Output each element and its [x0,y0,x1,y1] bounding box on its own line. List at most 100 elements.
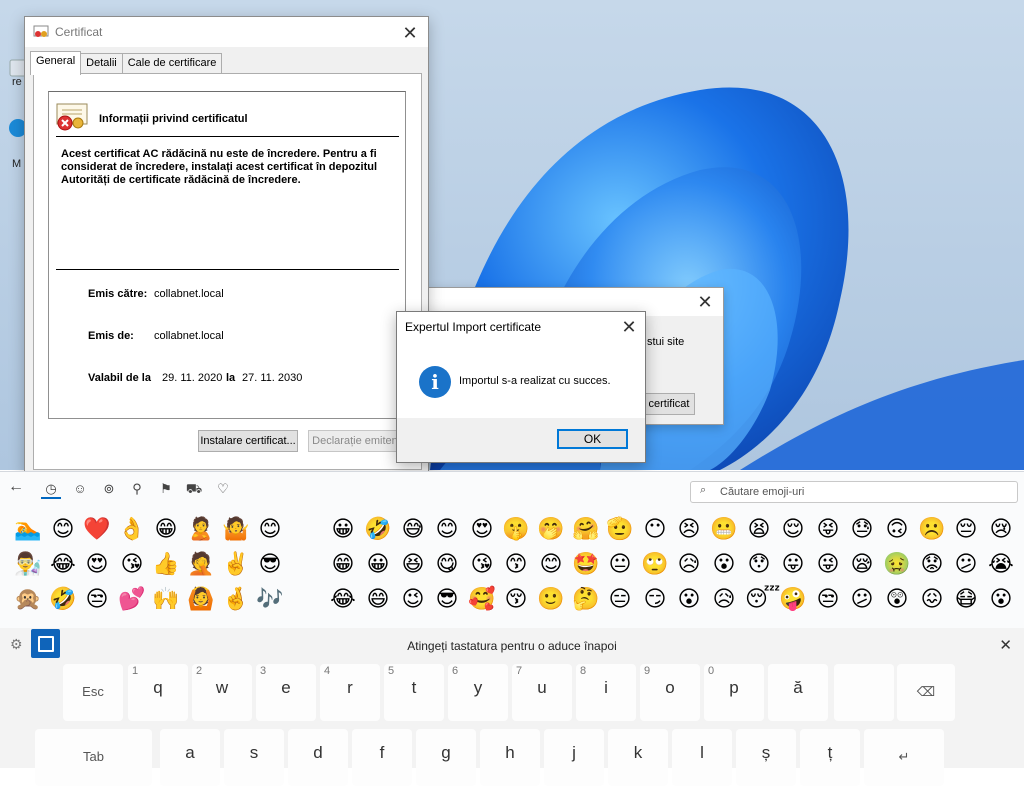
emoji-item[interactable]: 😯 [745,551,773,579]
emoji-item[interactable]: 😮 [987,586,1015,614]
back-arrow-icon[interactable]: ← [6,478,26,496]
tab-general[interactable]: General [30,51,82,75]
emoji-item[interactable]: 😊 [537,551,565,579]
emoji-item[interactable]: 🤣 [49,586,77,614]
key[interactable]: s [224,729,284,786]
key[interactable]: 1q [128,664,188,721]
key[interactable]: Tab [35,729,152,786]
close-icon[interactable]: ✕ [621,317,637,338]
key[interactable] [834,664,894,721]
emoji-item[interactable]: 😲 [883,586,911,614]
key[interactable]: ș [736,729,796,786]
emoji-item[interactable]: 😍 [468,516,496,544]
key[interactable]: ț [800,729,860,786]
emoji-item[interactable]: 👌 [118,516,146,544]
emoji-item[interactable]: 😝 [814,516,842,544]
emoji-item[interactable]: 🙌 [152,586,180,614]
emoji-item[interactable]: 😕 [952,551,980,579]
emoji-item[interactable]: 🤫 [502,516,530,544]
food-icon[interactable]: ⚑ [156,481,176,497]
emoji-item[interactable]: 😂 [49,551,77,579]
emoji-item[interactable]: 😬 [710,516,738,544]
emoji-item[interactable]: 😔 [952,516,980,544]
key[interactable]: h [480,729,540,786]
travel-icon[interactable]: ⛟ [184,481,204,499]
key[interactable]: 5t [384,664,444,721]
emoji-item[interactable]: 🏊 [14,516,42,544]
tab-certification-path[interactable]: Cale de certificare [121,53,223,74]
key[interactable]: 6y [448,664,508,721]
emoji-item[interactable]: 😭 [987,551,1015,579]
emoji-item[interactable]: 😎 [433,586,461,614]
emoji-item[interactable]: 😮 [710,551,738,579]
emoji-item[interactable]: 😫 [745,516,773,544]
emoji-item[interactable]: 😥 [675,551,703,579]
emoji-item[interactable]: 🙎 [187,516,215,544]
emoji-item[interactable]: 😮 [675,586,703,614]
emoji-item[interactable]: 👨‍🔬 [14,551,42,579]
emoji-item[interactable]: 😊 [256,516,284,544]
emoji-item[interactable]: 😚 [502,586,530,614]
celebration-icon[interactable]: ⚲ [127,481,147,497]
emoji-item[interactable]: 😘 [118,551,146,579]
emoji-item[interactable]: 😍 [83,551,111,579]
close-icon[interactable]: ✕ [697,292,713,313]
key[interactable]: 7u [512,664,572,721]
emoji-item[interactable]: 😓 [848,516,876,544]
emoji-item[interactable]: 🙃 [883,516,911,544]
emoji-item[interactable]: 🙆 [187,586,215,614]
emoji-search-input[interactable]: ⌕ Căutare emoji-uri [690,481,1018,503]
key[interactable]: d [288,729,348,786]
emoji-item[interactable]: 😐 [606,551,634,579]
key[interactable]: k [608,729,668,786]
emoji-item[interactable]: 🙂 [537,586,565,614]
key[interactable]: 9o [640,664,700,721]
emoji-item[interactable]: 🙄 [641,551,669,579]
emoji-item[interactable]: 🙊 [14,586,42,614]
tab-details[interactable]: Detalii [80,53,123,74]
emoji-item[interactable]: 😣 [675,516,703,544]
key[interactable]: l [672,729,732,786]
emoji-item[interactable]: 😅 [399,516,427,544]
emoji-item[interactable]: 😆 [399,551,427,579]
key[interactable]: 0p [704,664,764,721]
emoji-item[interactable]: 😑 [606,586,634,614]
key[interactable]: ↵ [864,729,944,786]
emoji-item[interactable]: 😕 [848,586,876,614]
emoji-item[interactable]: 🎶 [256,586,284,614]
emoji-item[interactable]: ✌️ [222,551,250,579]
emoji-item[interactable]: 😥 [710,586,738,614]
smiley-icon[interactable]: ☺ [70,481,90,496]
emoji-item[interactable]: 😀 [364,551,392,579]
emoji-item[interactable]: 🫡 [606,516,634,544]
emoji-item[interactable]: 🤢 [883,551,911,579]
emoji-item[interactable]: 🤦 [187,551,215,579]
emoji-item[interactable]: ❤️ [83,516,111,544]
key[interactable]: 2w [192,664,252,721]
close-icon[interactable]: ✕ [999,636,1012,654]
emoji-item[interactable]: 🥰 [468,586,496,614]
key[interactable]: j [544,729,604,786]
emoji-item[interactable]: 😊 [433,516,461,544]
emoji-item[interactable]: 😢 [987,516,1015,544]
emoji-item[interactable]: 🤔 [572,586,600,614]
recent-icon[interactable]: ◷ [41,481,61,499]
key[interactable]: 4r [320,664,380,721]
emoji-item[interactable]: 😋 [433,551,461,579]
emoji-item[interactable]: 😒 [83,586,111,614]
emoji-item[interactable]: 😒 [814,586,842,614]
emoji-item[interactable]: 😊 [49,516,77,544]
key[interactable]: g [416,729,476,786]
emoji-item[interactable]: 😂 [329,586,357,614]
emoji-item[interactable]: 😜 [814,551,842,579]
emoji-item[interactable]: 🤭 [537,516,565,544]
emoji-item[interactable]: 👍 [152,551,180,579]
emoji-item[interactable]: 😁 [329,551,357,579]
emoji-item[interactable]: 🤗 [572,516,600,544]
key[interactable]: ⌫ [897,664,955,721]
emoji-item[interactable]: 💕 [118,586,146,614]
emoji-item[interactable]: 😴 [745,586,780,614]
emoji-item[interactable]: 😖 [918,586,946,614]
view-certificate-button[interactable]: certificat [643,393,695,415]
emoji-item[interactable]: 😙 [502,551,530,579]
